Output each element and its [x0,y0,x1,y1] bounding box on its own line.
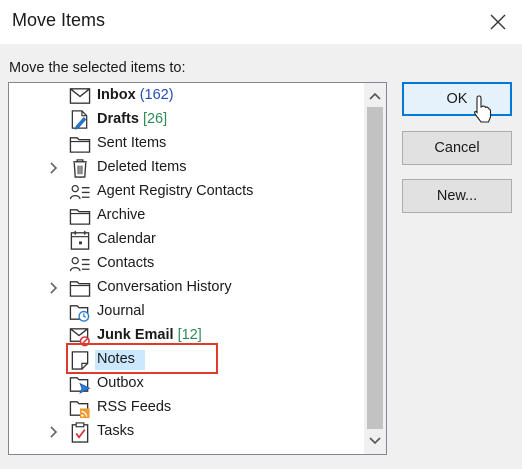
folder-label: RSS Feeds [97,399,171,415]
contacts-icon [68,253,92,275]
scroll-down-button[interactable] [364,430,386,452]
chevron-right-icon [50,426,58,438]
folder-name: Calendar [97,231,156,247]
folder-label: Contacts [97,255,154,271]
folder-item-contacts[interactable]: Contacts [9,252,369,276]
expand-button[interactable] [47,281,61,295]
folder-name: Deleted Items [97,159,187,175]
ok-button[interactable]: OK [402,82,512,116]
folder-name: RSS Feeds [97,399,172,415]
folder-item-tasks[interactable]: Tasks [9,420,369,444]
scroll-thumb[interactable] [367,107,383,429]
trash-icon [68,157,92,179]
folder-label: Junk Email [12] [97,327,202,343]
folder-label: Archive [97,207,145,223]
folder-label: Sent Items [97,135,166,151]
calendar-icon [68,229,92,251]
close-icon [490,14,506,30]
chevron-up-icon [369,92,381,100]
journal-icon [68,301,92,323]
folder-name: Tasks [97,423,135,439]
folder-label: Calendar [97,231,156,247]
folder-item-archive[interactable]: Archive [9,204,369,228]
folder-icon [68,205,92,227]
unread-count-badge: [12] [177,327,202,343]
close-button[interactable] [484,8,512,36]
folder-label: Inbox (162) [97,87,174,103]
chevron-right-icon [50,282,58,294]
folder-label: Outbox [97,375,144,391]
folder-name: Drafts [97,111,139,127]
folder-name: Sent Items [97,135,167,151]
dialog-title: Move Items [12,10,106,30]
vertical-scrollbar[interactable] [364,83,386,454]
folder-icon [68,277,92,299]
annotation-highlight-box [66,343,218,374]
folder-name: Junk Email [97,327,174,343]
tasks-icon [68,421,92,443]
folder-label: Tasks [97,423,134,439]
folder-item-sent-items[interactable]: Sent Items [9,132,369,156]
mouse-pointer-icon [473,95,492,123]
outbox-icon [68,373,92,395]
folder-label: Journal [97,303,145,319]
folder-name: Archive [97,207,146,223]
expand-button[interactable] [47,161,61,175]
folder-item-conversation-history[interactable]: Conversation History [9,276,369,300]
unread-count-badge: [26] [142,111,168,127]
inbox-icon [68,85,92,107]
folder-item-agent-registry-contacts[interactable]: Agent Registry Contacts [9,180,369,204]
scroll-up-button[interactable] [364,85,386,107]
folder-item-rss-feeds[interactable]: RSS Feeds [9,396,369,420]
unread-count-badge: (162) [139,87,174,103]
folder-item-outbox[interactable]: Outbox [9,372,369,396]
folder-name: Contacts [97,255,155,271]
drafts-icon [68,109,92,131]
folder-name: Journal [97,303,145,319]
folder-label: Agent Registry Contacts [97,183,253,199]
move-prompt: Move the selected items to: [9,60,186,76]
folder-item-drafts[interactable]: Drafts [26] [9,108,369,132]
expand-button[interactable] [47,425,61,439]
folder-name: Agent Registry Contacts [97,183,254,199]
folder-name: Outbox [97,375,144,391]
title-bar: Move Items [0,0,522,44]
chevron-down-icon [369,437,381,445]
folder-label: Drafts [26] [97,111,167,127]
folder-name: Inbox [97,87,136,103]
folder-name: Conversation History [97,279,232,295]
folder-item-calendar[interactable]: Calendar [9,228,369,252]
folder-item-journal[interactable]: Journal [9,300,369,324]
folder-label: Conversation History [97,279,232,295]
folder-icon [68,133,92,155]
folder-item-deleted-items[interactable]: Deleted Items [9,156,369,180]
folder-item-inbox[interactable]: Inbox (162) [9,84,369,108]
rss-feeds-icon [68,397,92,419]
contacts-icon [68,181,92,203]
cancel-button[interactable]: Cancel [402,131,512,165]
folder-label: Deleted Items [97,159,186,175]
chevron-right-icon [50,162,58,174]
folder-tree[interactable]: Inbox (162) Drafts [26] Sent Items Deleted … [8,82,387,455]
new-folder-button[interactable]: New... [402,179,512,213]
